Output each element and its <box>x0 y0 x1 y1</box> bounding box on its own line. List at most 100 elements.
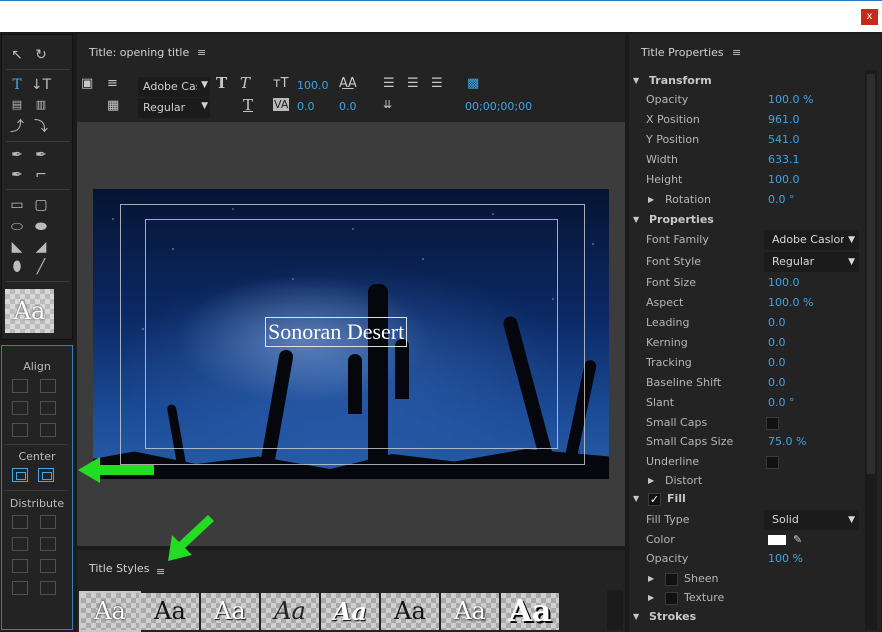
distribute-right-icon[interactable] <box>12 559 28 573</box>
vertical-type-tool-icon[interactable]: ↓T <box>30 75 52 95</box>
rotation-row[interactable]: ▶ Rotation 0.0 ° <box>629 190 865 210</box>
vertical-area-type-tool-icon[interactable]: ▥ <box>30 95 52 115</box>
style-swatch[interactable]: Aa <box>141 593 199 630</box>
font-style-select[interactable]: Regular ▼ <box>764 252 859 272</box>
vertical-path-type-tool-icon[interactable]: ⤵ <box>30 117 52 137</box>
distribute-vertical-even-icon[interactable] <box>40 581 56 595</box>
rotation-tool-icon[interactable]: ↻ <box>30 45 52 65</box>
align-text-center-icon[interactable]: ☰ <box>407 76 419 91</box>
style-swatch[interactable]: Aa <box>261 593 319 630</box>
font-family-dropdown[interactable]: Adobe Caslon Pro ▼ <box>138 77 210 97</box>
small-caps-size-value[interactable]: 75.0 % <box>768 432 806 452</box>
style-swatch[interactable]: Aa <box>79 591 141 632</box>
timecode-value[interactable]: 00;00;00;00 <box>465 100 532 113</box>
area-type-tool-icon[interactable]: ▤ <box>6 95 28 115</box>
style-swatch[interactable]: Aa <box>381 593 439 630</box>
rounded-rectangle-tool-icon[interactable]: ▢ <box>30 195 52 215</box>
bold-icon[interactable]: T <box>216 74 227 92</box>
title-properties-menu-icon[interactable]: ≡ <box>732 46 741 59</box>
align-text-right-icon[interactable]: ☰ <box>431 76 443 91</box>
align-bottom-icon[interactable] <box>40 423 56 437</box>
center-horizontal-icon[interactable] <box>12 468 28 482</box>
fill-color-swatch[interactable] <box>768 535 786 545</box>
distribute-bottom-icon[interactable] <box>40 559 56 573</box>
roll-crawl-options-icon[interactable]: ≡ <box>107 76 118 91</box>
underline-icon[interactable]: T <box>243 96 253 114</box>
italic-icon[interactable]: T <box>240 74 250 92</box>
pen-tool-icon[interactable]: ✒ <box>6 145 28 165</box>
style-swatch[interactable]: Aa <box>321 593 379 630</box>
path-type-tool-icon[interactable]: ⤴ <box>6 117 28 137</box>
fill-type-select[interactable]: Solid ▼ <box>764 510 859 530</box>
sheen-row[interactable]: ▶ Sheen <box>629 569 865 589</box>
font-style-dropdown[interactable]: Regular ▼ <box>138 98 210 118</box>
title-styles-menu-icon[interactable]: ≡ <box>156 565 165 578</box>
kerning-prop-value[interactable]: 0.0 <box>768 333 786 353</box>
clipped-rectangle-tool-icon[interactable]: ⬭ <box>6 217 28 237</box>
distribute-horizontal-even-icon[interactable] <box>12 581 28 595</box>
new-title-icon[interactable]: ▣ <box>81 76 93 91</box>
align-text-left-icon[interactable]: ☰ <box>383 76 395 91</box>
add-anchor-point-icon[interactable]: ✒ <box>6 165 28 185</box>
video-frame[interactable]: Sonoran Desert <box>93 189 609 479</box>
tab-stops-ruler-icon[interactable]: ⇊ <box>383 98 392 111</box>
transform-group[interactable]: ▼ Transform <box>629 71 865 91</box>
strokes-group[interactable]: ▼ Strokes <box>629 607 865 627</box>
align-center-horizontal-icon[interactable] <box>12 401 28 415</box>
tab-stops-icon[interactable]: ▦ <box>107 98 119 113</box>
slant-value[interactable]: 0.0 ° <box>768 393 795 413</box>
style-swatch[interactable]: Aa <box>501 593 559 630</box>
convert-anchor-point-icon[interactable]: ⌐ <box>30 165 52 185</box>
eyedropper-icon[interactable]: ✎ <box>793 530 802 550</box>
arc-tool-icon[interactable]: ◢ <box>30 237 52 257</box>
tracking-prop-value[interactable]: 0.0 <box>768 353 786 373</box>
width-value[interactable]: 633.1 <box>768 150 800 170</box>
font-size-prop-value[interactable]: 100.0 <box>768 273 800 293</box>
ellipse-tool-icon[interactable]: ⬮ <box>6 257 28 277</box>
texture-row[interactable]: ▶ Texture <box>629 588 865 608</box>
close-button[interactable]: x <box>861 9 878 25</box>
distort-row[interactable]: ▶ Distort <box>629 471 865 491</box>
scrollbar-thumb[interactable] <box>867 74 875 474</box>
distribute-center-vertical-icon[interactable] <box>40 537 56 551</box>
title-text-object[interactable]: Sonoran Desert <box>265 317 408 347</box>
leading-prop-value[interactable]: 0.0 <box>768 313 786 333</box>
rectangle-tool-icon[interactable]: ▭ <box>6 195 28 215</box>
center-vertical-icon[interactable] <box>38 468 54 482</box>
align-top-icon[interactable] <box>40 379 56 393</box>
baseline-shift-value[interactable]: 0.0 <box>768 373 786 393</box>
selection-tool-icon[interactable]: ↖ <box>6 45 28 65</box>
line-tool-icon[interactable]: ╱ <box>30 257 52 277</box>
leading-value[interactable]: 0.0 <box>339 100 357 113</box>
styles-scrollbar[interactable] <box>607 590 623 630</box>
properties-group[interactable]: ▼ Properties <box>629 210 865 230</box>
rounded-corner-rectangle-tool-icon[interactable]: ⬬ <box>30 217 52 237</box>
wedge-tool-icon[interactable]: ◣ <box>6 237 28 257</box>
style-swatch[interactable]: Aa <box>441 593 499 630</box>
align-left-icon[interactable] <box>12 379 28 393</box>
small-caps-checkbox[interactable] <box>766 417 779 430</box>
show-background-video-icon[interactable]: ▩ <box>467 76 479 91</box>
type-tool-icon[interactable]: T <box>6 75 28 95</box>
title-panel-menu-icon[interactable]: ≡ <box>197 46 206 59</box>
fill-opacity-value[interactable]: 100 % <box>768 549 803 569</box>
fill-group[interactable]: ▼ ✓ Fill <box>629 489 865 509</box>
height-value[interactable]: 100.0 <box>768 170 800 190</box>
fill-checkbox[interactable]: ✓ <box>648 493 661 506</box>
align-center-vertical-icon[interactable] <box>40 401 56 415</box>
font-size-value[interactable]: 100.0 <box>297 79 329 92</box>
delete-anchor-point-icon[interactable]: ✒ <box>30 145 52 165</box>
aspect-value[interactable]: 100.0 % <box>768 293 813 313</box>
sheen-checkbox[interactable] <box>665 573 678 586</box>
kerning-value[interactable]: 0.0 <box>297 100 315 113</box>
x-position-value[interactable]: 961.0 <box>768 110 800 130</box>
align-right-icon[interactable] <box>12 423 28 437</box>
font-family-select[interactable]: Adobe Caslon Pro ▼ <box>764 230 859 250</box>
style-swatch[interactable]: Aa <box>201 593 259 630</box>
y-position-value[interactable]: 541.0 <box>768 130 800 150</box>
distribute-top-icon[interactable] <box>40 515 56 529</box>
opacity-value[interactable]: 100.0 % <box>768 90 813 110</box>
properties-scrollbar[interactable] <box>865 70 877 630</box>
texture-checkbox[interactable] <box>665 592 678 605</box>
distribute-center-horizontal-icon[interactable] <box>12 537 28 551</box>
